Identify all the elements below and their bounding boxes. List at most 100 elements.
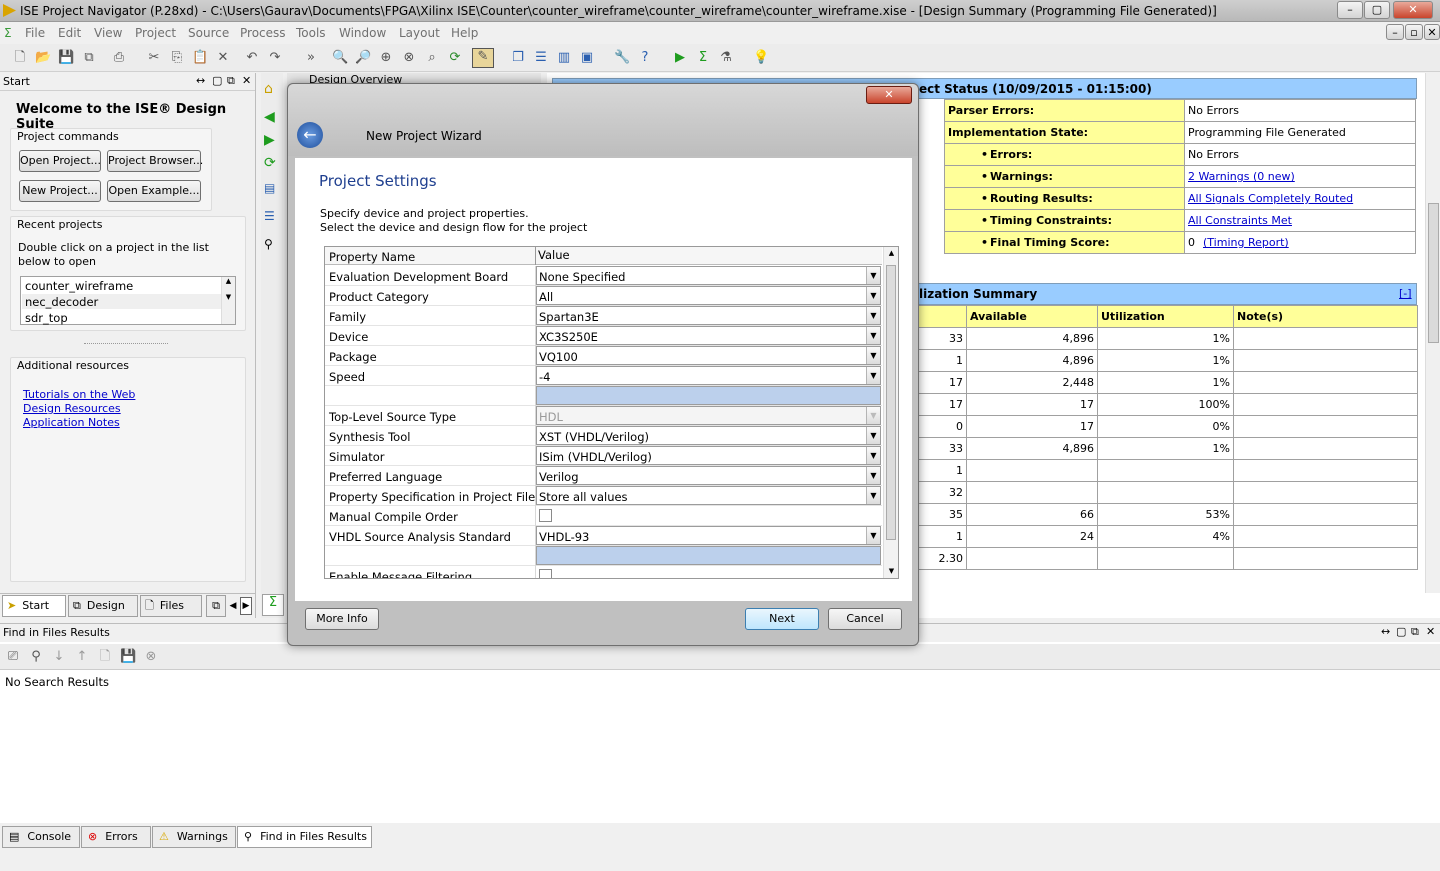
zoom-in-icon[interactable]: 🔍 <box>332 50 348 66</box>
splitter-handle[interactable] <box>84 343 168 344</box>
list-icon[interactable]: ☰ <box>264 209 275 223</box>
save-icon[interactable]: 💾 <box>58 50 74 66</box>
property-value-dropdown[interactable]: VHDL-93 ▼ <box>536 526 881 545</box>
cut-icon[interactable]: ✂ <box>146 50 162 66</box>
next-button[interactable]: Next <box>745 608 819 630</box>
delete-icon[interactable]: ✕ <box>215 50 231 66</box>
recent-project-item[interactable]: sdr_top <box>25 311 68 325</box>
find-next-icon[interactable]: ↓ <box>51 649 67 665</box>
property-value-dropdown[interactable]: Store all values ▼ <box>536 486 881 505</box>
menu-project[interactable]: Project <box>135 26 176 40</box>
sigma-icon[interactable]: Σ <box>695 50 711 66</box>
tools-wrench-icon[interactable]: 🔧 <box>614 50 630 66</box>
menu-source[interactable]: Source <box>188 26 229 40</box>
menu-edit[interactable]: Edit <box>58 26 81 40</box>
mdi-minimize-button[interactable]: – <box>1386 24 1404 40</box>
tab-console[interactable]: ▤ Console <box>2 826 80 848</box>
tile-vertical-icon[interactable]: ▥ <box>556 50 572 66</box>
find-close-icon[interactable]: ✕ <box>1426 625 1435 638</box>
tab-errors[interactable]: ⊗ Errors <box>81 826 151 848</box>
grid-vscrollbar[interactable]: ▲ ▼ <box>883 247 898 578</box>
dialog-close-button[interactable]: ✕ <box>866 86 912 104</box>
cascade-icon[interactable]: ❐ <box>510 50 526 66</box>
dropdown-arrow-icon[interactable]: ▼ <box>866 487 880 504</box>
grid-scroll-up-icon[interactable]: ▲ <box>884 249 898 257</box>
tab-warnings[interactable]: ⚠ Warnings <box>152 826 236 848</box>
window-list-icon[interactable]: ▣ <box>579 50 595 66</box>
menu-file[interactable]: File <box>25 26 45 40</box>
find-maximize-icon[interactable]: ▢ <box>1396 625 1406 638</box>
tab-scroll-right-icon[interactable]: ▶ <box>240 597 252 615</box>
dropdown-arrow-icon[interactable]: ▼ <box>866 287 880 304</box>
find-save-icon[interactable]: 💾 <box>120 649 136 665</box>
tutorials-link[interactable]: Tutorials on the Web <box>23 388 135 401</box>
property-checkbox[interactable] <box>539 509 552 522</box>
home-icon[interactable]: ⌂ <box>264 81 273 97</box>
application-notes-link[interactable]: Application Notes <box>23 416 120 429</box>
tab-files[interactable]: 🗋 Files <box>140 595 202 617</box>
close-button[interactable]: ✕ <box>1393 1 1433 19</box>
zoom-fit-icon[interactable]: ⊗ <box>401 50 417 66</box>
tab-start[interactable]: ➤ Start <box>2 595 66 617</box>
mdi-restore-button[interactable]: ▫ <box>1405 24 1423 40</box>
find-doc-icon[interactable]: 🗋 <box>97 649 113 665</box>
menu-process[interactable]: Process <box>240 26 286 40</box>
menu-window[interactable]: Window <box>339 26 386 40</box>
find-icon[interactable]: ⌕ <box>424 50 440 66</box>
collapse-link[interactable]: [-] <box>1399 287 1412 300</box>
property-value-dropdown[interactable]: VQ100 ▼ <box>536 346 881 365</box>
dropdown-arrow-icon[interactable]: ▼ <box>866 367 880 384</box>
property-value-dropdown[interactable]: All ▼ <box>536 286 881 305</box>
panel-close-icon[interactable]: ✕ <box>242 74 251 87</box>
timing-report-link[interactable]: (Timing Report) <box>1203 236 1289 249</box>
find-float-icon[interactable]: ↔ <box>1381 625 1390 638</box>
run-icon[interactable]: ▶ <box>672 50 688 66</box>
toolbar-overflow-icon[interactable]: » <box>303 50 319 66</box>
refresh-side-icon[interactable]: ⟳ <box>264 155 276 171</box>
paste-icon[interactable]: 📋 <box>192 50 208 66</box>
dropdown-arrow-icon[interactable]: ▼ <box>866 327 880 344</box>
tab-find-in-files[interactable]: ⚲ Find in Files Results <box>237 826 372 848</box>
property-value-dropdown[interactable]: None Specified ▼ <box>536 266 881 285</box>
probe-icon[interactable]: ⚗ <box>718 50 734 66</box>
grid-scroll-thumb[interactable] <box>886 265 896 540</box>
recent-project-item[interactable]: nec_decoder <box>25 295 98 309</box>
menu-tools[interactable]: Tools <box>296 26 326 40</box>
property-value-dropdown[interactable]: ISim (VHDL/Verilog) ▼ <box>536 446 881 465</box>
open-project-button[interactable]: Open Project... <box>19 150 101 172</box>
lightbulb-icon[interactable]: 💡 <box>753 50 769 66</box>
binoculars-icon[interactable]: ⚲ <box>264 237 273 251</box>
panel-restore-icon[interactable]: ⧉ <box>227 74 235 88</box>
status-value-text[interactable]: 2 Warnings (0 new) <box>1188 170 1295 183</box>
property-value-dropdown[interactable]: XC3S250E ▼ <box>536 326 881 345</box>
dropdown-arrow-icon[interactable]: ▼ <box>866 467 880 484</box>
menu-help[interactable]: Help <box>451 26 478 40</box>
more-info-button[interactable]: More Info <box>305 608 379 630</box>
dropdown-arrow-icon[interactable]: ▼ <box>866 427 880 444</box>
property-value-dropdown[interactable]: XST (VHDL/Verilog) ▼ <box>536 426 881 445</box>
refresh-icon[interactable]: ⟳ <box>447 50 463 66</box>
menu-layout[interactable]: Layout <box>399 26 440 40</box>
status-value[interactable]: All Signals Completely Routed <box>1184 187 1416 210</box>
property-value-dropdown[interactable]: Verilog ▼ <box>536 466 881 485</box>
summary-vscrollbar[interactable] <box>1425 73 1440 593</box>
undo-icon[interactable]: ↶ <box>244 50 260 66</box>
cancel-button[interactable]: Cancel <box>828 608 902 630</box>
grid-scroll-down-icon[interactable]: ▼ <box>884 567 898 575</box>
dropdown-arrow-icon[interactable]: ▼ <box>866 267 880 284</box>
summary-scroll-thumb[interactable] <box>1428 203 1439 343</box>
project-browser-button[interactable]: Project Browser... <box>107 150 203 172</box>
tile-horizontal-icon[interactable]: ☰ <box>533 50 549 66</box>
save-all-icon[interactable]: ⧉ <box>81 50 97 66</box>
find-binoculars-icon[interactable]: ⚲ <box>28 649 44 665</box>
design-summary-tab-icon[interactable]: Σ <box>262 594 284 616</box>
panel-maximize-icon[interactable]: ▢ <box>212 74 222 87</box>
back-arrow-icon[interactable]: ← <box>297 122 323 148</box>
forward-icon[interactable]: ▶ <box>264 132 275 148</box>
table-icon[interactable]: ▤ <box>264 181 275 195</box>
property-checkbox[interactable] <box>539 569 552 578</box>
find-clear-icon[interactable]: ⎚ <box>5 649 21 665</box>
find-prev-icon[interactable]: ↑ <box>74 649 90 665</box>
zoom-full-icon[interactable]: ⊕ <box>378 50 394 66</box>
redo-icon[interactable]: ↷ <box>267 50 283 66</box>
